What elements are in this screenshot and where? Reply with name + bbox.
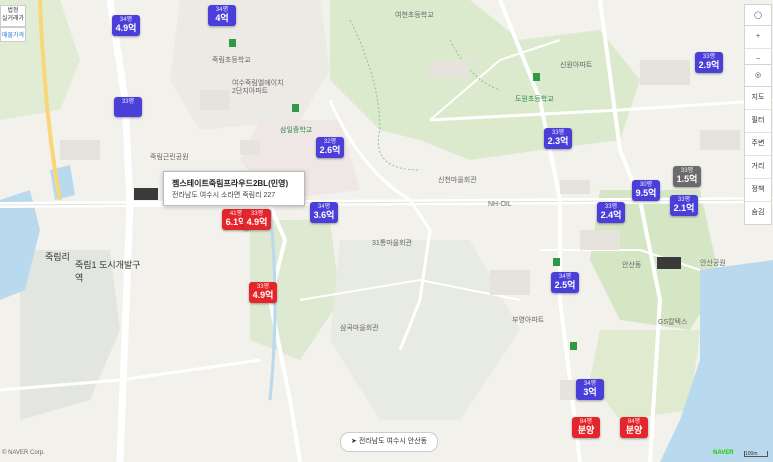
place-label: 도원초등학교: [515, 96, 554, 103]
place-label: 죽림근린공원: [150, 154, 189, 161]
place-label: 삼곡마을회관: [340, 325, 379, 332]
school-flag-icon: [553, 258, 560, 266]
user-icon[interactable]: ◯: [745, 5, 771, 27]
place-label: 31통마을회관: [372, 240, 412, 247]
distance-button[interactable]: 거리: [745, 156, 771, 179]
price-marker[interactable]: 34평 4.9억: [112, 15, 140, 36]
place-label: 여천초등학교: [395, 12, 434, 19]
locate-icon[interactable]: ◎: [745, 65, 771, 87]
tool-controls[interactable]: 지도 필터 주변 거리 정책 숨김: [744, 86, 772, 225]
price-marker[interactable]: 33평 4.9억: [243, 209, 271, 230]
map-scale: 100m: [744, 451, 768, 457]
school-flag-icon: [570, 342, 577, 350]
complex-address: 전라남도 여수시 소라면 죽림리 227: [172, 192, 276, 199]
current-location-button[interactable]: ➤ 전라남도 여수시 안산동: [340, 432, 439, 452]
place-label: 신원아파트: [560, 62, 593, 69]
hide-button[interactable]: 숨김: [745, 202, 771, 224]
current-location-text: 전라남도 여수시 안산동: [358, 438, 428, 445]
price-marker[interactable]: 32평 2.6억: [316, 137, 344, 158]
district-label: 죽림리: [45, 252, 70, 262]
locate-control[interactable]: ◎: [744, 64, 772, 88]
price-marker[interactable]: 33평 2.3억: [544, 128, 572, 149]
zoom-in-button[interactable]: +: [745, 26, 771, 49]
place-label: 안산동: [622, 262, 642, 269]
place-label: GS칼텍스: [658, 319, 688, 326]
price-marker[interactable]: 34평 3.6억: [310, 202, 338, 223]
nearby-button[interactable]: 주변: [745, 133, 771, 156]
place-label: 2단지아파트: [232, 88, 269, 95]
place-label: 부영아파트: [512, 317, 545, 324]
price-marker[interactable]: 33평 2.1억: [670, 195, 698, 216]
price-marker[interactable]: 34평 4억: [208, 5, 236, 26]
school-flag-icon: [533, 73, 540, 81]
toggle-line: 법정: [7, 8, 19, 14]
price-marker[interactable]: 33평 2.9억: [695, 52, 723, 73]
place-label: NH-OIL: [488, 201, 512, 208]
map-canvas[interactable]: [0, 0, 773, 462]
place-label: 안산공원: [700, 260, 726, 267]
policy-button[interactable]: 정책: [745, 179, 771, 202]
building-icon: [657, 257, 681, 269]
price-marker[interactable]: 30평 9.5억: [632, 180, 660, 201]
price-marker[interactable]: 33평 1.5억: [673, 166, 701, 187]
place-label: 신천마을회관: [438, 177, 477, 184]
price-marker[interactable]: 33평 2.4억: [597, 202, 625, 223]
complex-info-popup[interactable]: 젬스테이트죽림프라우드2BL(민영) 전라남도 여수시 소라면 죽림리 227: [163, 171, 305, 206]
listing-price-toggle[interactable]: 매물가격: [0, 27, 26, 42]
filter-button[interactable]: 필터: [745, 110, 771, 133]
copyright-text: © NAVER Corp.: [2, 450, 45, 456]
price-marker[interactable]: 84평 분양: [620, 417, 648, 438]
price-marker[interactable]: 34평 2.5억: [551, 272, 579, 293]
price-marker[interactable]: 33평 4.9억: [249, 282, 277, 303]
price-type-toggle[interactable]: 법정 실거래가: [0, 5, 26, 27]
price-marker[interactable]: 34평 3억: [576, 379, 604, 400]
price-marker[interactable]: 84평 분양: [572, 417, 600, 438]
toggle-line: 실거래가: [1, 15, 25, 22]
place-label: 죽림초등학교: [212, 57, 251, 64]
building-icon: [134, 188, 158, 200]
complex-name: 젬스테이트죽림프라우드2BL(민영): [172, 179, 289, 188]
price-marker[interactable]: 33평: [114, 97, 142, 117]
district-label: 죽림1 도시개발구역: [75, 260, 141, 283]
school-flag-icon: [229, 39, 236, 47]
map-button[interactable]: 지도: [745, 87, 771, 110]
naver-logo: NAVER: [713, 450, 734, 456]
place-label: 삼일중학교: [280, 127, 313, 134]
school-flag-icon: [292, 104, 299, 112]
